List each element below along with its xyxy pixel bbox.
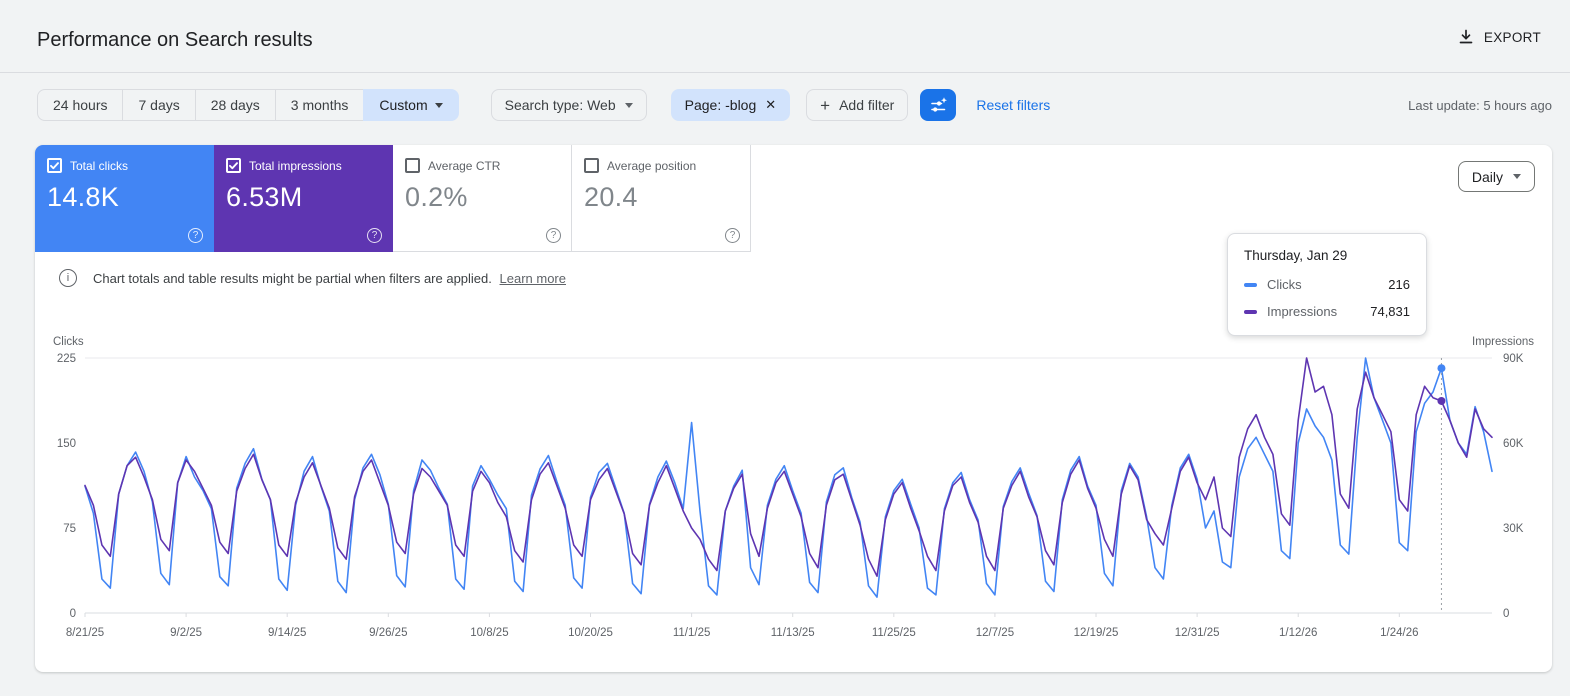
metric-tiles: Total clicks 14.8K ? Total impressions 6… [35, 145, 751, 252]
svg-text:10/8/25: 10/8/25 [470, 627, 508, 639]
range-3-months[interactable]: 3 months [274, 89, 365, 121]
metric-card-total-clicks[interactable]: Total clicks 14.8K ? [35, 145, 214, 252]
download-icon [1459, 29, 1473, 44]
svg-text:Impressions: Impressions [1472, 336, 1534, 348]
performance-card: Total clicks 14.8K ? Total impressions 6… [35, 145, 1552, 672]
metric-label: Total impressions [249, 158, 342, 173]
checkbox-unchecked-icon[interactable] [584, 158, 599, 173]
metric-card-average-ctr[interactable]: Average CTR 0.2% ? [393, 145, 572, 252]
help-icon[interactable]: ? [546, 228, 561, 243]
learn-more-link[interactable]: Learn more [500, 271, 566, 286]
tooltip-date: Thursday, Jan 29 [1244, 248, 1348, 263]
svg-text:8/21/25: 8/21/25 [66, 627, 104, 639]
search-type-chip[interactable]: Search type: Web [490, 89, 647, 121]
add-filter-button[interactable]: + Add filter [806, 89, 909, 121]
range-7-days[interactable]: 7 days [122, 89, 196, 121]
metric-value: 20.4 [584, 182, 638, 212]
metric-value: 6.53M [226, 182, 303, 212]
last-update-text: Last update: 5 hours ago [1408, 98, 1552, 113]
filter-bar: 24 hours 7 days 28 days 3 months Custom … [37, 89, 1050, 121]
svg-text:12/31/25: 12/31/25 [1175, 627, 1220, 639]
checkbox-checked-icon[interactable] [47, 158, 62, 173]
svg-text:11/1/25: 11/1/25 [673, 627, 711, 639]
help-icon[interactable]: ? [367, 228, 382, 243]
checkbox-unchecked-icon[interactable] [405, 158, 420, 173]
export-label: EXPORT [1483, 29, 1541, 45]
close-icon[interactable]: ✕ [765, 97, 776, 113]
svg-text:9/2/25: 9/2/25 [170, 627, 202, 639]
tooltip-dash-1 [1244, 309, 1257, 314]
date-range-group: 24 hours 7 days 28 days 3 months Custom [37, 89, 459, 121]
tooltip-dash-0 [1244, 282, 1257, 287]
metric-value: 14.8K [47, 182, 120, 212]
export-button[interactable]: EXPORT [1457, 28, 1541, 46]
tune-icon [931, 96, 947, 112]
help-icon[interactable]: ? [725, 228, 740, 243]
clicks-line [84, 357, 1493, 598]
svg-text:11/13/25: 11/13/25 [771, 627, 815, 639]
svg-text:9/14/25: 9/14/25 [268, 627, 306, 639]
svg-text:150: 150 [57, 438, 76, 450]
help-icon[interactable]: ? [188, 228, 203, 243]
range-24-hours[interactable]: 24 hours [37, 89, 124, 121]
svg-text:60K: 60K [1503, 438, 1524, 450]
chevron-down-icon [1513, 174, 1521, 179]
svg-text:75: 75 [63, 523, 76, 535]
metric-card-average-position[interactable]: Average position 20.4 ? [572, 145, 751, 252]
filter-settings-button[interactable] [920, 89, 957, 121]
clicks-hover-dot [1437, 364, 1446, 373]
chart-area: Clicks Impressions 0 75 150 225 0 30K 60K 90K 8/21… [35, 330, 1552, 650]
chart-tooltip: Thursday, Jan 29 Clicks 216 Impressions … [1227, 233, 1427, 336]
svg-text:Clicks: Clicks [53, 336, 84, 348]
header-divider [0, 72, 1570, 73]
svg-text:12/7/25: 12/7/25 [976, 627, 1014, 639]
tooltip-row-impressions: Impressions 74,831 [1244, 304, 1410, 319]
granularity-dropdown[interactable]: Daily [1457, 161, 1535, 192]
svg-text:10/20/25: 10/20/25 [568, 627, 613, 639]
info-icon: i [59, 269, 77, 287]
svg-text:225: 225 [57, 353, 76, 365]
metric-value: 0.2% [405, 182, 468, 212]
chevron-down-icon [624, 102, 633, 108]
metric-card-total-impressions[interactable]: Total impressions 6.53M ? [214, 145, 393, 252]
svg-text:90K: 90K [1503, 353, 1524, 365]
reset-filters-link[interactable]: Reset filters [976, 97, 1050, 113]
page-title: Performance on Search results [37, 29, 313, 51]
range-28-days[interactable]: 28 days [194, 89, 276, 121]
partial-data-notice: i Chart totals and table results might b… [59, 269, 566, 287]
svg-text:11/25/25: 11/25/25 [872, 627, 916, 639]
metric-label: Average position [607, 158, 697, 173]
checkbox-checked-icon[interactable] [226, 158, 241, 173]
svg-text:1/12/26: 1/12/26 [1279, 627, 1317, 639]
range-custom[interactable]: Custom [363, 89, 459, 121]
svg-text:12/19/25: 12/19/25 [1074, 627, 1119, 639]
impressions-hover-dot [1437, 396, 1446, 405]
search-console-performance-page: Performance on Search results EXPORT 24 … [0, 0, 1570, 696]
svg-text:1/24/26: 1/24/26 [1380, 627, 1418, 639]
metric-label: Average CTR [428, 158, 501, 173]
performance-chart[interactable]: Clicks Impressions 0 75 150 225 0 30K 60K 90K 8/21… [35, 330, 1552, 650]
page-filter-chip[interactable]: Page: -blog ✕ [670, 89, 791, 121]
metric-label: Total clicks [70, 158, 129, 173]
svg-text:9/26/25: 9/26/25 [369, 627, 407, 639]
svg-text:0: 0 [70, 608, 76, 620]
tooltip-row-clicks: Clicks 216 [1244, 277, 1410, 292]
svg-text:0: 0 [1503, 608, 1509, 620]
notice-text: Chart totals and table results might be … [93, 270, 566, 286]
plus-icon: + [820, 95, 831, 115]
svg-text:30K: 30K [1503, 523, 1524, 535]
chevron-down-icon [434, 102, 443, 108]
